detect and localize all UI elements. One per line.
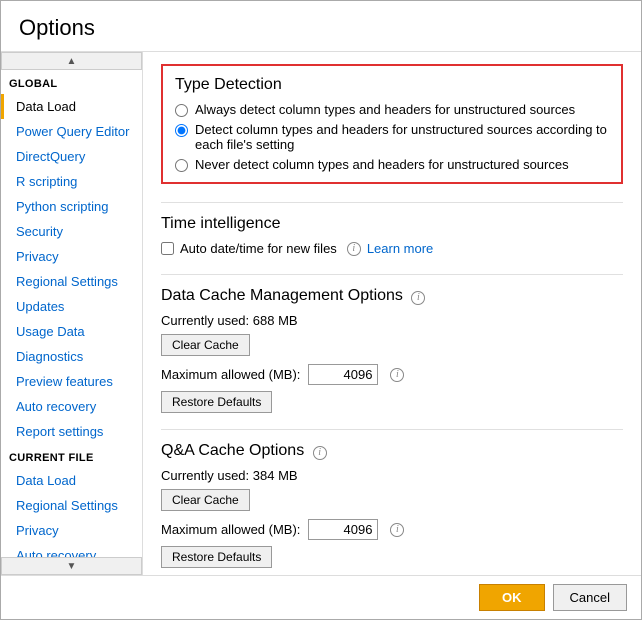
sidebar-item-current-data-load[interactable]: Data Load [1, 468, 142, 493]
type-detection-radio-2[interactable] [175, 124, 188, 137]
sidebar-item-auto-recovery[interactable]: Auto recovery [1, 394, 142, 419]
qa-cache-clear-button[interactable]: Clear Cache [161, 489, 250, 511]
sidebar-item-usage-data[interactable]: Usage Data [1, 319, 142, 344]
type-detection-label-1: Always detect column types and headers f… [195, 102, 575, 117]
data-cache-title-text: Data Cache Management Options [161, 287, 403, 304]
time-intelligence-row: Auto date/time for new files i Learn mor… [161, 241, 623, 256]
sidebar-item-current-privacy[interactable]: Privacy [1, 518, 142, 543]
sidebar-item-report-settings[interactable]: Report settings [1, 419, 142, 444]
qa-cache-used-value: 384 MB [253, 468, 298, 483]
global-section-label: GLOBAL [1, 70, 142, 94]
sidebar-scroll-area: GLOBAL Data Load Power Query Editor Dire… [1, 70, 142, 557]
type-detection-label-2: Detect column types and headers for unst… [195, 122, 609, 152]
type-detection-option-1: Always detect column types and headers f… [175, 102, 609, 117]
sidebar-item-r-scripting[interactable]: R scripting [1, 169, 142, 194]
type-detection-section: Type Detection Always detect column type… [161, 64, 623, 184]
ok-button[interactable]: OK [479, 584, 545, 611]
sidebar-scroll-up[interactable]: ▲ [1, 52, 142, 70]
divider-1 [161, 202, 623, 203]
data-cache-clear-button[interactable]: Clear Cache [161, 334, 250, 356]
sidebar-item-current-auto-recovery[interactable]: Auto recovery [1, 543, 142, 557]
data-cache-restore-button[interactable]: Restore Defaults [161, 391, 272, 413]
qa-cache-title-text: Q&A Cache Options [161, 442, 304, 459]
sidebar-item-diagnostics[interactable]: Diagnostics [1, 344, 142, 369]
sidebar-item-updates[interactable]: Updates [1, 294, 142, 319]
type-detection-radio-3[interactable] [175, 159, 188, 172]
type-detection-label-3: Never detect column types and headers fo… [195, 157, 569, 172]
qa-cache-used-label: Currently used: [161, 468, 249, 483]
qa-cache-max-label: Maximum allowed (MB): [161, 522, 300, 537]
data-cache-max-info-icon: i [390, 368, 404, 382]
sidebar: ▲ GLOBAL Data Load Power Query Editor Di… [1, 52, 143, 575]
type-detection-box: Type Detection Always detect column type… [161, 64, 623, 184]
data-cache-max-row: Maximum allowed (MB): i [161, 364, 623, 385]
type-detection-option-3: Never detect column types and headers fo… [175, 157, 609, 172]
sidebar-scroll-down[interactable]: ▼ [1, 557, 142, 575]
main-content: Type Detection Always detect column type… [143, 52, 641, 575]
data-cache-used-label: Currently used: [161, 313, 249, 328]
dialog-body: ▲ GLOBAL Data Load Power Query Editor Di… [1, 51, 641, 575]
cancel-button[interactable]: Cancel [553, 584, 627, 611]
qa-cache-used: Currently used: 384 MB [161, 468, 623, 483]
divider-2 [161, 274, 623, 275]
time-intelligence-info-icon: i [347, 242, 361, 256]
dialog-title: Options [1, 1, 641, 51]
qa-cache-section: Q&A Cache Options i Currently used: 384 … [161, 442, 623, 568]
sidebar-item-current-regional-settings[interactable]: Regional Settings [1, 493, 142, 518]
current-file-section-label: CURRENT FILE [1, 444, 142, 468]
data-cache-used-value: 688 MB [253, 313, 298, 328]
sidebar-item-python-scripting[interactable]: Python scripting [1, 194, 142, 219]
sidebar-item-data-load[interactable]: Data Load [1, 94, 142, 119]
sidebar-item-privacy[interactable]: Privacy [1, 244, 142, 269]
dialog-footer: OK Cancel [1, 575, 641, 619]
data-cache-section: Data Cache Management Options i Currentl… [161, 287, 623, 413]
sidebar-item-power-query-editor[interactable]: Power Query Editor [1, 119, 142, 144]
divider-3 [161, 429, 623, 430]
type-detection-radio-1[interactable] [175, 104, 188, 117]
sidebar-item-preview-features[interactable]: Preview features [1, 369, 142, 394]
type-detection-title: Type Detection [175, 76, 609, 94]
sidebar-item-directquery[interactable]: DirectQuery [1, 144, 142, 169]
time-intelligence-section: Time intelligence Auto date/time for new… [161, 215, 623, 256]
auto-datetime-checkbox[interactable] [161, 242, 174, 255]
qa-cache-max-row: Maximum allowed (MB): i [161, 519, 623, 540]
qa-cache-info-icon: i [313, 446, 327, 460]
qa-cache-restore-button[interactable]: Restore Defaults [161, 546, 272, 568]
auto-datetime-label: Auto date/time for new files [180, 241, 337, 256]
sidebar-item-security[interactable]: Security [1, 219, 142, 244]
qa-cache-max-info-icon: i [390, 523, 404, 537]
data-cache-used: Currently used: 688 MB [161, 313, 623, 328]
qa-cache-title: Q&A Cache Options i [161, 442, 623, 460]
sidebar-item-regional-settings[interactable]: Regional Settings [1, 269, 142, 294]
qa-cache-max-input[interactable] [308, 519, 378, 540]
data-cache-max-label: Maximum allowed (MB): [161, 367, 300, 382]
learn-more-link[interactable]: Learn more [367, 241, 433, 256]
data-cache-max-input[interactable] [308, 364, 378, 385]
type-detection-option-2: Detect column types and headers for unst… [175, 122, 609, 152]
data-cache-info-icon: i [411, 291, 425, 305]
time-intelligence-title: Time intelligence [161, 215, 623, 233]
options-dialog: Options ▲ GLOBAL Data Load Power Query E… [0, 0, 642, 620]
data-cache-title: Data Cache Management Options i [161, 287, 623, 305]
